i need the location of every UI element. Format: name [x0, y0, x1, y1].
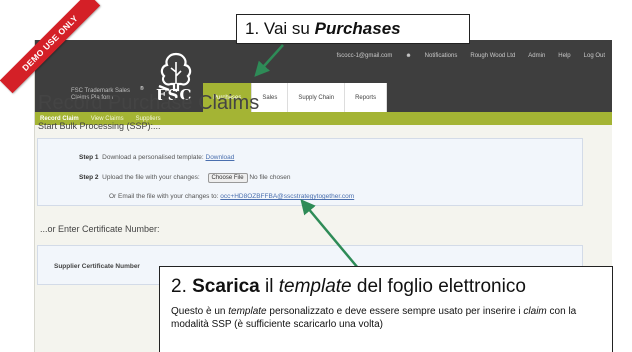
callout1-emphasis: Purchases: [314, 19, 401, 38]
callout2-body-a: Questo è un: [171, 306, 229, 317]
callout2-body: Questo è un template personalizzato e de…: [171, 305, 601, 331]
callout2-title-mid: il: [259, 276, 279, 297]
callout2-body-b: personalizzato e deve essere sempre usat…: [266, 306, 524, 317]
callout2-title-bold: Scarica: [192, 276, 260, 297]
callout2-title-num: 2.: [171, 276, 193, 297]
callout1-prefix: 1. Vai su: [245, 19, 315, 38]
arrow-to-download: [300, 199, 359, 269]
callout2-body-italic1: template: [228, 306, 267, 317]
callout2-title: 2. Scarica il template del foglio elettr…: [171, 276, 612, 298]
callout-purchases: 1. Vai su Purchases: [236, 14, 470, 44]
callout2-title-end: del foglio elettronico: [351, 276, 526, 297]
callout2-body-italic2: claim: [523, 306, 547, 317]
arrow-to-purchases: [254, 44, 284, 77]
callout-download-template: 2. Scarica il template del foglio elettr…: [159, 266, 613, 352]
callout2-title-italic: template: [278, 276, 352, 297]
